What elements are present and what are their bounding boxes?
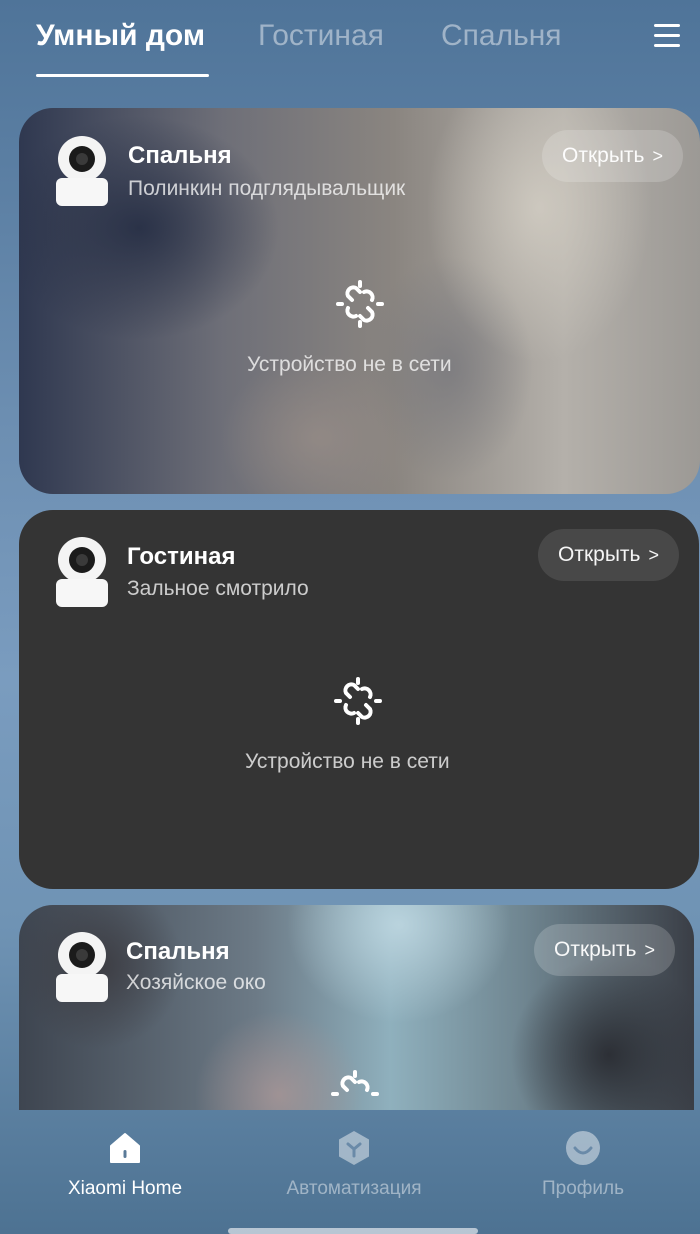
room-name: Спальня [128, 142, 232, 169]
nav-label-home: Xiaomi Home [67, 1178, 183, 1199]
offline-status: Устройство не в сети [245, 750, 450, 773]
top-tab-bar: Умный дом Гостиная Спальня [0, 0, 700, 90]
chevron-right-icon: > [644, 939, 655, 960]
nav-item-home[interactable]: Xiaomi Home [25, 1128, 225, 1200]
automation-icon [339, 1131, 369, 1165]
device-name: Хозяйское око [126, 971, 266, 994]
room-name: Спальня [126, 938, 230, 965]
device-name: Зальное смотрило [127, 577, 309, 600]
open-button-label: Открыть [554, 938, 637, 961]
room-name: Гостиная [127, 543, 236, 570]
open-button-label: Открыть [558, 543, 641, 566]
camera-device-icon [56, 537, 108, 607]
home-icon [110, 1133, 140, 1163]
nav-label-profile: Профиль [541, 1178, 625, 1199]
open-button[interactable]: Открыть > [542, 130, 683, 182]
home-indicator-bar[interactable] [228, 1228, 478, 1234]
camera-device-icon [56, 932, 108, 1002]
camera-device-icon [56, 136, 108, 206]
broken-link-icon [336, 280, 384, 328]
broken-link-icon [334, 677, 382, 725]
camera-card[interactable]: Спальня Полинкин подглядывальщик Открыть… [19, 108, 700, 494]
open-button[interactable]: Открыть > [534, 924, 675, 976]
chevron-right-icon: > [648, 544, 659, 565]
nav-item-profile[interactable]: Профиль [483, 1128, 683, 1200]
active-tab-indicator [36, 74, 209, 77]
open-button[interactable]: Открыть > [538, 529, 679, 581]
bottom-navigation: Xiaomi Home Автоматизация Профиль [0, 1108, 700, 1234]
camera-card[interactable]: Спальня Хозяйское око Открыть > [19, 905, 694, 1110]
device-name: Полинкин подглядывальщик [128, 177, 406, 200]
open-button-label: Открыть [562, 144, 645, 167]
nav-item-automation[interactable]: Автоматизация [254, 1128, 454, 1200]
broken-link-icon [331, 1070, 379, 1096]
tab-smart-home[interactable]: Умный дом [36, 18, 205, 54]
camera-card[interactable]: Гостиная Зальное смотрило Открыть > Устр… [19, 510, 699, 889]
tab-bedroom[interactable]: Спальня [441, 18, 562, 54]
offline-status: Устройство не в сети [247, 353, 452, 376]
hamburger-menu-icon[interactable] [652, 22, 682, 50]
chevron-right-icon: > [652, 145, 663, 166]
tab-living-room[interactable]: Гостиная [258, 18, 384, 54]
nav-label-automation: Автоматизация [286, 1178, 422, 1199]
profile-icon [566, 1131, 600, 1165]
